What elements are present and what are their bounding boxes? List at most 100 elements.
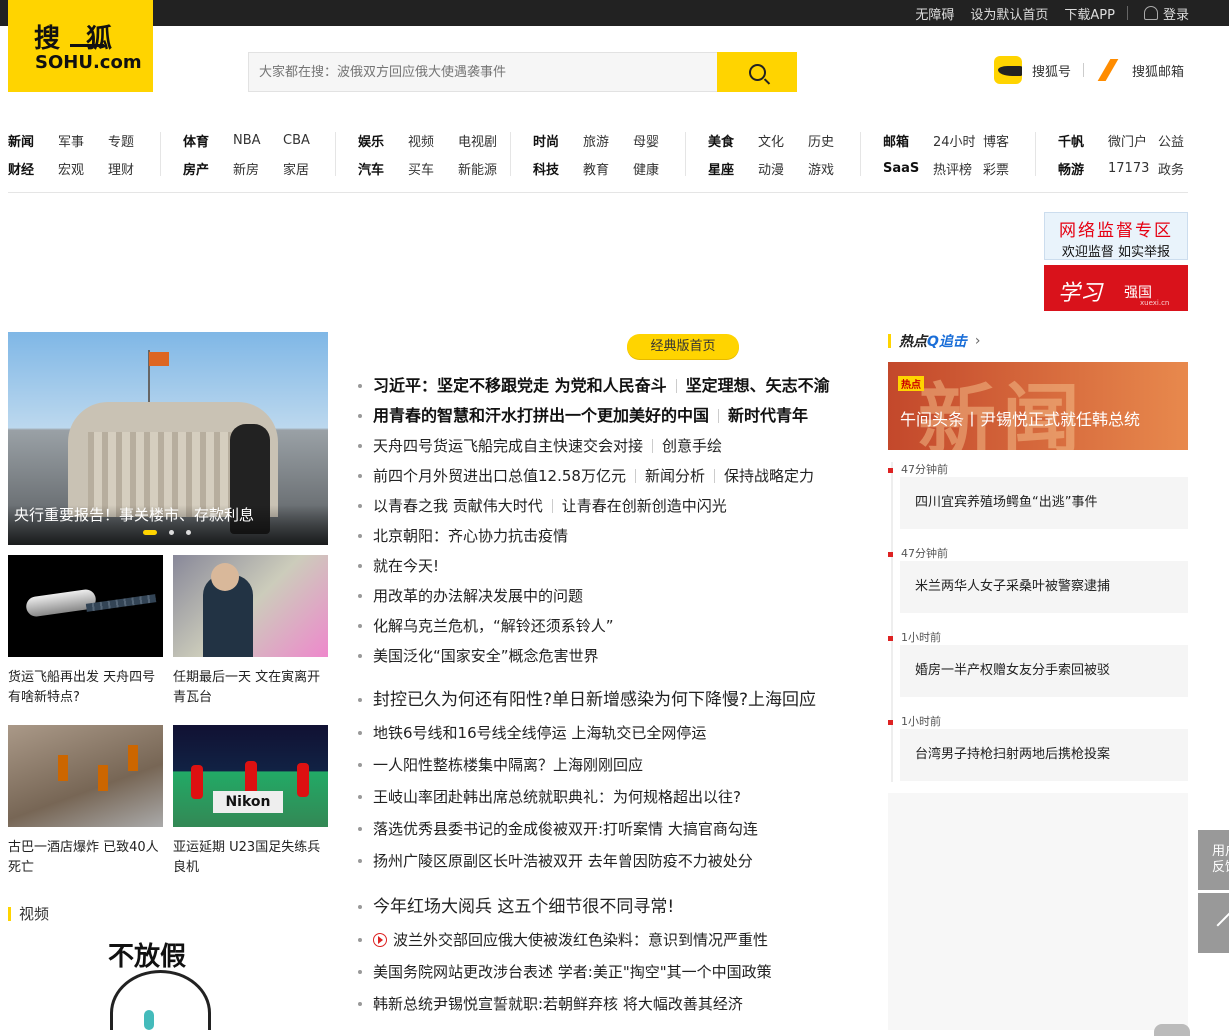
focus-slider[interactable]: 央行重要报告！事关楼市、存款利息	[8, 332, 328, 545]
news-link[interactable]: 让青春在创新创造中闪光	[562, 491, 727, 521]
news-link[interactable]: 韩新总统尹锡悦宣誓就职:若朝鲜弃核 将大幅改善其经济	[373, 989, 743, 1019]
nav-link[interactable]: 微门户	[1108, 131, 1158, 150]
nav-link[interactable]: 游戏	[808, 159, 858, 178]
nav-link[interactable]: 公益	[1158, 131, 1208, 150]
sohuhao-link[interactable]: 搜狐号	[1032, 61, 1071, 80]
search-input[interactable]	[249, 53, 717, 91]
nav-link[interactable]: 新能源	[458, 159, 508, 178]
news-link[interactable]: 用青春的智慧和汗水打拼出一个更加美好的中国	[373, 401, 709, 431]
set-homepage-link[interactable]: 设为默认首页	[970, 4, 1048, 23]
news-link[interactable]: 落选优秀县委书记的金成俊被双开:打听案情 大搞官商勾连	[373, 814, 758, 844]
nav-link[interactable]: 娱乐	[358, 131, 408, 150]
news-link[interactable]: 坚定理想、矢志不渝	[686, 371, 830, 401]
news-link[interactable]: 王岐山率团赴韩出席总统就职典礼：为何规格超出以往?	[373, 782, 741, 812]
news-link[interactable]: 今年红场大阅兵 这五个细节很不同寻常!	[373, 892, 674, 922]
search-button[interactable]	[717, 52, 797, 92]
nav-link[interactable]: 新闻	[8, 131, 58, 150]
photo-caption[interactable]: 亚运延期 U23国足失练兵良机	[173, 838, 328, 878]
focus-title[interactable]: 央行重要报告！事关楼市、存款利息	[14, 504, 254, 525]
hot-feature-title[interactable]: 午间头条丨尹锡悦正式就任韩总统	[900, 406, 1140, 430]
nav-link[interactable]: 邮箱	[883, 131, 933, 150]
news-link[interactable]: 扬州广陵区原副区长叶浩被双开 去年曾因防疫不力被处分	[373, 846, 753, 876]
nav-link[interactable]: 星座	[708, 159, 758, 178]
report-banner[interactable]: 网络监督专区 欢迎监督 如实举报	[1044, 212, 1188, 260]
nav-link[interactable]: SaaS	[883, 161, 933, 176]
login-link[interactable]: 登录	[1143, 4, 1189, 23]
nav-link[interactable]: 专题	[108, 131, 158, 150]
news-link[interactable]: 就在今天!	[373, 551, 439, 581]
timeline-link[interactable]: 米兰两华人女子采桑叶被警察逮捕	[900, 561, 1188, 613]
mail-link[interactable]: 搜狐邮箱	[1132, 61, 1184, 80]
slider-dot[interactable]	[169, 530, 174, 535]
slider-dot[interactable]	[186, 530, 191, 535]
timeline-link[interactable]: 四川宜宾养殖场鳄鱼“出逃”事件	[900, 477, 1188, 529]
nav-link[interactable]: 视频	[408, 131, 458, 150]
nav-link[interactable]: 美食	[708, 131, 758, 150]
nav-link[interactable]: 军事	[58, 131, 108, 150]
nav-link[interactable]: 畅游	[1058, 159, 1108, 178]
news-link[interactable]: 习近平：坚定不移跟党走 为党和人民奋斗	[373, 371, 667, 401]
news-photo-spacecraft[interactable]	[8, 555, 163, 657]
slider-dot-active[interactable]	[143, 530, 157, 535]
news-link[interactable]: 以青春之我 贡献伟大时代	[373, 491, 543, 521]
news-photo-explosion[interactable]	[8, 725, 163, 827]
nav-link[interactable]: 买车	[408, 159, 458, 178]
news-link[interactable]: 波兰外交部回应俄大使被泼红色染料：意识到情况严重性	[393, 925, 768, 955]
nav-link[interactable]: 历史	[808, 131, 858, 150]
xuexi-banner[interactable]: 学习 强国 xuexi.cn	[1044, 265, 1188, 311]
news-link[interactable]: 前四个月外贸进出口总值12.58万亿元	[373, 461, 626, 491]
news-link[interactable]: 用改革的办法解决发展中的问题	[373, 581, 583, 611]
hot-feature-image[interactable]: 新闻 热点 午间头条丨尹锡悦正式就任韩总统	[888, 362, 1188, 450]
nav-link[interactable]: 政务	[1158, 159, 1208, 178]
news-link[interactable]: 新时代青年	[728, 401, 808, 431]
news-photo-football[interactable]: Nikon	[173, 725, 328, 827]
accessibility-link[interactable]: 无障碍	[915, 4, 954, 23]
nav-link[interactable]: 动漫	[758, 159, 808, 178]
video-thumbnail[interactable]: 不放假	[100, 930, 220, 1030]
nav-link[interactable]: 彩票	[983, 159, 1033, 178]
nav-link[interactable]: 文化	[758, 131, 808, 150]
hot-tracking-header[interactable]: 热点 Q追击 ›	[888, 331, 981, 351]
nav-link[interactable]: 热评榜	[933, 159, 983, 178]
photo-caption[interactable]: 古巴一酒店爆炸 已致40人死亡	[8, 838, 163, 878]
news-link[interactable]: 创意手绘	[662, 431, 722, 461]
news-link[interactable]: 保持战略定力	[724, 461, 814, 491]
news-link[interactable]: 美国泛化“国家安全”概念危害世界	[373, 641, 599, 671]
nav-link[interactable]: 母婴	[633, 131, 683, 150]
nav-link[interactable]: 科技	[533, 159, 583, 178]
nav-link[interactable]: 家居	[283, 159, 333, 178]
news-link[interactable]: 地铁6号线和16号线全线停运 上海轨交已全网停运	[373, 718, 706, 748]
photo-caption[interactable]: 货运飞船再出发 天舟四号有啥新特点?	[8, 668, 163, 708]
nav-link[interactable]: 新房	[233, 159, 283, 178]
feedback-tab[interactable]: 用户反馈	[1198, 830, 1229, 890]
nav-link[interactable]: 教育	[583, 159, 633, 178]
sohu-logo[interactable]: 搜狐 SOHU.com	[8, 0, 153, 92]
timeline-link[interactable]: 台湾男子持枪扫射两地后携枪投案	[900, 729, 1188, 781]
news-link[interactable]: 北京朝阳：齐心协力抗击疫情	[373, 521, 568, 551]
timeline-link[interactable]: 婚房一半产权赠女友分手索回被驳	[900, 645, 1188, 697]
classic-homepage-button[interactable]: 经典版首页	[627, 334, 739, 359]
news-photo-president[interactable]	[173, 555, 328, 657]
nav-link[interactable]: 健康	[633, 159, 683, 178]
news-link[interactable]: 新闻分析	[645, 461, 705, 491]
news-link[interactable]: 化解乌克兰危机，“解铃还须系铃人”	[373, 611, 614, 641]
nav-link[interactable]: 17173	[1108, 161, 1158, 176]
nav-link[interactable]: NBA	[233, 133, 283, 148]
nav-link[interactable]: CBA	[283, 133, 333, 148]
back-to-top-icon[interactable]	[1198, 893, 1229, 953]
nav-link[interactable]: 房产	[183, 159, 233, 178]
nav-link[interactable]: 财经	[8, 159, 58, 178]
nav-link[interactable]: 理财	[108, 159, 158, 178]
nav-link[interactable]: 汽车	[358, 159, 408, 178]
nav-link[interactable]: 千帆	[1058, 131, 1108, 150]
nav-link[interactable]: 电视剧	[458, 131, 508, 150]
nav-link[interactable]: 体育	[183, 131, 233, 150]
news-link[interactable]: 一人阳性整栋楼集中隔离？上海刚刚回应	[373, 750, 643, 780]
news-link[interactable]: 天舟四号货运飞船完成自主快速交会对接	[373, 431, 643, 461]
video-section-title[interactable]: 视频	[8, 903, 49, 924]
download-app-link[interactable]: 下载APP	[1064, 4, 1115, 23]
news-link[interactable]: 美国务院网站更改涉台表述 学者:美正"掏空"其一个中国政策	[373, 957, 772, 987]
nav-link[interactable]: 宏观	[58, 159, 108, 178]
nav-link[interactable]: 24小时	[933, 131, 983, 150]
nav-link[interactable]: 时尚	[533, 131, 583, 150]
